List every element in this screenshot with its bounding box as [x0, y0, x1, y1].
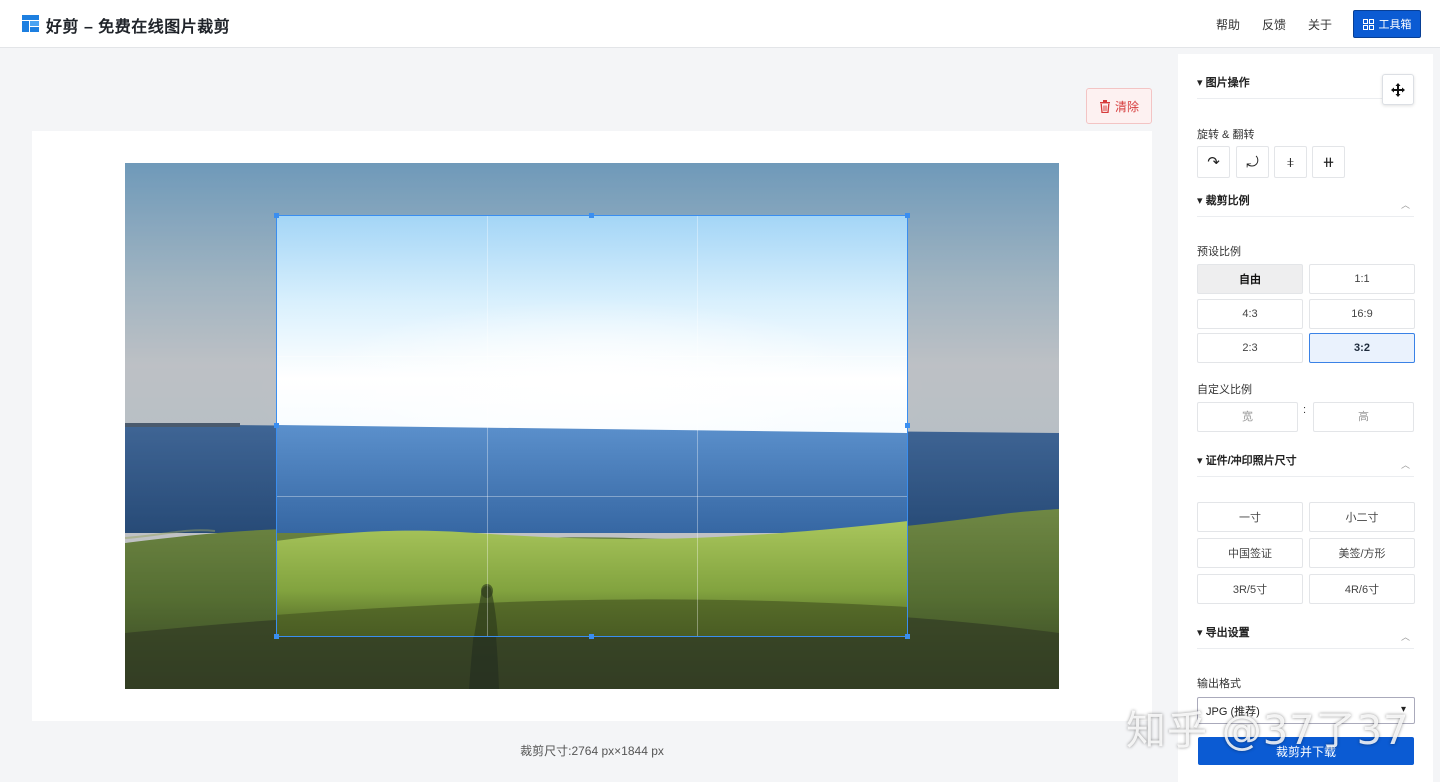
- format-value: JPG (推荐): [1206, 705, 1260, 718]
- rotate-right-button[interactable]: ↷: [1197, 146, 1230, 178]
- app-title: 好剪 – 免费在线图片裁剪: [46, 19, 231, 36]
- ratio-4-3-button[interactable]: 4:3: [1197, 299, 1303, 329]
- crop-grid-line: [487, 216, 488, 636]
- image-ops-header[interactable]: ▾ 图片操作: [1197, 74, 1250, 90]
- section-divider: [1197, 476, 1414, 477]
- section-divider: [1197, 648, 1414, 649]
- crop-handle-top-left[interactable]: [274, 213, 279, 218]
- flip-horizontal-button[interactable]: ⧺: [1312, 146, 1345, 178]
- photo-size-header[interactable]: ▾ 证件/冲印照片尺寸: [1197, 452, 1297, 468]
- flip-horizontal-icon: ⧺: [1322, 154, 1335, 171]
- section-divider: [1197, 216, 1414, 217]
- nav-about-link[interactable]: 关于: [1308, 16, 1332, 33]
- export-header[interactable]: ▾ 导出设置: [1197, 624, 1250, 640]
- size-china-visa-button[interactable]: 中国签证: [1197, 538, 1303, 568]
- crop-handle-bottom[interactable]: [589, 634, 594, 639]
- ratio-height-input[interactable]: [1313, 402, 1414, 432]
- size-us-visa-button[interactable]: 美签/方形: [1309, 538, 1415, 568]
- crop-handle-left[interactable]: [274, 423, 279, 428]
- grid-icon: [1362, 18, 1374, 30]
- move-tool-button[interactable]: [1382, 74, 1414, 105]
- rotate-left-icon: ⤾: [1246, 153, 1259, 171]
- move-arrows-icon: [1391, 82, 1405, 97]
- crop-handle-right[interactable]: [905, 423, 910, 428]
- chevron-up-icon[interactable]: ︿: [1401, 198, 1410, 211]
- size-small2inch-button[interactable]: 小二寸: [1309, 502, 1415, 532]
- chevron-down-icon: ▾: [1400, 704, 1406, 715]
- ratio-16-9-button[interactable]: 16:9: [1309, 299, 1415, 329]
- ratio-3-2-button[interactable]: 3:2: [1309, 333, 1415, 363]
- size-3r-button[interactable]: 3R/5寸: [1197, 574, 1303, 604]
- crop-grid-line: [277, 356, 907, 357]
- format-select[interactable]: JPG (推荐) ▾: [1197, 697, 1415, 724]
- toolbox-label: 工具箱: [1378, 19, 1412, 31]
- crop-handle-bottom-right[interactable]: [905, 634, 910, 639]
- format-label: 输出格式: [1197, 678, 1241, 690]
- custom-ratio-label: 自定义比例: [1197, 384, 1252, 396]
- flip-vertical-button[interactable]: ⧧: [1274, 146, 1307, 178]
- grid-logo-icon: [22, 15, 39, 32]
- crop-ratio-header[interactable]: ▾ 裁剪比例: [1197, 192, 1250, 208]
- size-4r-button[interactable]: 4R/6寸: [1309, 574, 1415, 604]
- crop-preview-image: [277, 216, 907, 636]
- nav-help-link[interactable]: 帮助: [1216, 16, 1240, 33]
- crop-selection-box[interactable]: [276, 215, 908, 637]
- ratio-separator: :: [1303, 404, 1307, 416]
- rotate-flip-label: 旋转 & 翻转: [1197, 129, 1255, 141]
- crop-grid-line: [277, 496, 907, 497]
- clear-label: 清除: [1114, 99, 1139, 114]
- ratio-1-1-button[interactable]: 1:1: [1309, 264, 1415, 294]
- size-1inch-button[interactable]: 一寸: [1197, 502, 1303, 532]
- trash-icon: [1099, 99, 1110, 113]
- crop-handle-top[interactable]: [589, 213, 594, 218]
- chevron-up-icon[interactable]: ︿: [1401, 458, 1410, 471]
- ratio-width-input[interactable]: [1197, 402, 1298, 432]
- crop-size-info: 裁剪尺寸:2764 px×1844 px: [520, 744, 664, 758]
- crop-handle-top-right[interactable]: [905, 213, 910, 218]
- rotate-left-button[interactable]: ⤾: [1236, 146, 1269, 178]
- preset-ratio-label: 预设比例: [1197, 246, 1241, 258]
- ratio-free-button[interactable]: 自由: [1197, 264, 1303, 294]
- clear-button[interactable]: 清除: [1086, 88, 1152, 124]
- top-header: 好剪 – 免费在线图片裁剪 帮助 反馈 关于 工具箱: [0, 0, 1440, 48]
- toolbox-button[interactable]: 工具箱: [1353, 10, 1421, 38]
- nav-feedback-link[interactable]: 反馈: [1262, 16, 1286, 33]
- chevron-up-icon[interactable]: ︿: [1401, 630, 1410, 643]
- crop-grid-line: [697, 216, 698, 636]
- crop-handle-bottom-left[interactable]: [274, 634, 279, 639]
- ratio-2-3-button[interactable]: 2:3: [1197, 333, 1303, 363]
- rotate-right-icon: ↷: [1207, 154, 1220, 171]
- flip-vertical-icon: ⧧: [1286, 153, 1295, 171]
- crop-download-button[interactable]: 裁剪并下载: [1198, 737, 1414, 765]
